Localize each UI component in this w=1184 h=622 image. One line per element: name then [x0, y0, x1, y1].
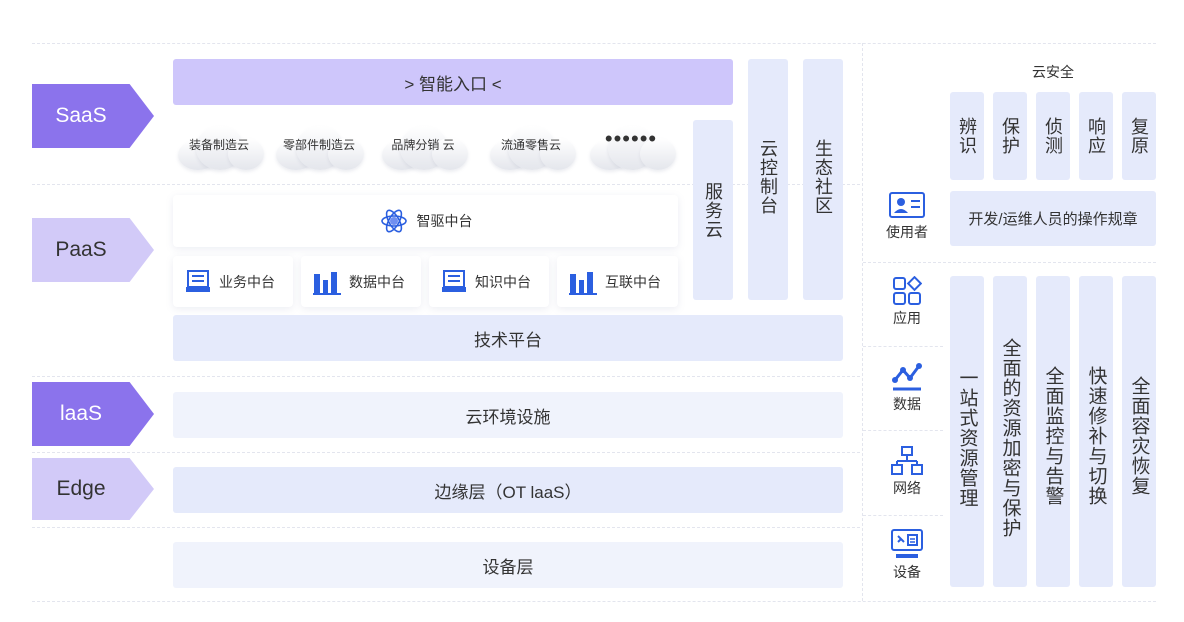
stage-label: 保护: [1000, 117, 1020, 155]
cloud-console-column: 云控制台: [748, 59, 788, 300]
role-user: 使用者: [872, 192, 942, 242]
line-chart-icon: [892, 363, 922, 391]
edge-layer-label: 边缘层（OT laaS）: [434, 482, 582, 502]
module-data: 数据中台: [301, 256, 421, 307]
layer-tag-iaas: laaS: [32, 382, 154, 446]
smart-entry-label: > 智能入口 <: [404, 74, 502, 94]
cloud-more: ••••••: [584, 118, 678, 174]
role-label: 数据: [893, 396, 921, 412]
layer-label: SaaS: [55, 104, 107, 127]
grid-line: [862, 43, 863, 601]
pillar-label: 一站式资源管理: [956, 368, 978, 508]
smart-drive-center-label: 智驱中台: [416, 213, 473, 229]
grid-line: [32, 184, 860, 185]
device-layer-bar: 设备层: [173, 542, 843, 588]
security-stage-identify: 辨识: [950, 92, 984, 180]
module-label: 数据中台: [349, 273, 405, 290]
bar-chart-icon: [313, 271, 341, 295]
ops-rule-label: 开发/运维人员的操作规章: [968, 211, 1138, 228]
role-label: 网络: [893, 480, 921, 496]
pillar-label: 全面监控与告警: [1042, 366, 1064, 506]
id-card-icon: [889, 192, 925, 218]
smart-drive-center-card: 智驱中台: [173, 195, 678, 247]
stage-label: 侦测: [1043, 117, 1063, 155]
cloud-console-label: 云控制台: [758, 139, 778, 215]
security-stage-respond: 响应: [1079, 92, 1113, 180]
stage-label: 辨识: [957, 117, 977, 155]
service-cloud-label: 服务云: [703, 182, 723, 239]
role-label: 应用: [893, 310, 921, 326]
ops-rule-bar: 开发/运维人员的操作规章: [950, 191, 1156, 246]
cloud-label: 品牌分销 云: [391, 138, 455, 152]
module-label: 互联中台: [605, 273, 661, 290]
layer-label: PaaS: [55, 238, 107, 261]
grid-line: [32, 527, 860, 528]
layer-tag-edge: Edge: [32, 458, 154, 520]
smart-entry-bar: > 智能入口 <: [173, 59, 733, 105]
bar-chart-icon: [569, 271, 597, 295]
pillar-label: 快速修补与切换: [1085, 366, 1107, 506]
module-label: 知识中台: [475, 273, 531, 290]
cloud-label: 流通零售云: [500, 138, 561, 152]
device-layer-label: 设备层: [482, 557, 534, 577]
tech-platform-bar: 技术平台: [173, 315, 843, 361]
edge-layer-bar: 边缘层（OT laaS）: [173, 467, 843, 513]
security-stage-detect: 侦测: [1036, 92, 1070, 180]
module-business: 业务中台: [173, 256, 293, 307]
layer-tag-paas: PaaS: [32, 218, 154, 282]
pillar-monitoring: 全面监控与告警: [1036, 276, 1070, 587]
role-network: 网络: [872, 446, 942, 498]
grid-line: [32, 43, 1156, 44]
stage-label: 复原: [1129, 117, 1149, 155]
module-knowledge: 知识中台: [429, 256, 549, 307]
grid-line: [32, 376, 860, 377]
cloud-env-bar: 云环境设施: [173, 392, 843, 438]
layer-label: Edge: [56, 477, 106, 500]
security-stage-recover: 复原: [1122, 92, 1156, 180]
security-stage-protect: 保护: [993, 92, 1027, 180]
cloud-brand: 品牌分销 云: [376, 118, 470, 174]
layer-tag-saas: SaaS: [32, 84, 154, 148]
ecosystem-column: 生态社区: [803, 59, 843, 300]
role-device: 设备: [872, 528, 942, 582]
module-label: 业务中台: [219, 273, 275, 290]
cloud-label: 装备制造云: [188, 138, 249, 152]
grid-line: [863, 346, 943, 347]
tech-platform-label: 技术平台: [474, 330, 542, 350]
grid-line: [863, 430, 943, 431]
grid-line: [32, 601, 1156, 602]
cloud-security-title: 云安全: [1032, 64, 1074, 80]
cloud-env-label: 云环境设施: [465, 407, 551, 427]
grid-line: [863, 262, 1156, 263]
grid-line: [863, 515, 943, 516]
cloud-ellipsis: ••••••: [604, 126, 658, 151]
pillar-resource-mgmt: 一站式资源管理: [950, 276, 984, 587]
grid-line: [32, 452, 860, 453]
cloud-parts: 零部件制造云: [272, 118, 366, 174]
cloud-equipment: 装备制造云: [172, 118, 266, 174]
layer-label: laaS: [59, 402, 103, 425]
role-label: 使用者: [886, 224, 928, 240]
device-monitor-icon: [891, 529, 923, 558]
cloud-retail: 流通零售云: [484, 118, 578, 174]
service-cloud-column: 服务云: [693, 120, 733, 300]
ecosystem-label: 生态社区: [813, 139, 833, 215]
server-icon: [442, 269, 466, 292]
role-data: 数据: [872, 362, 942, 414]
pillar-disaster-recovery: 全面容灾恢复: [1122, 276, 1156, 587]
cloud-label: 零部件制造云: [282, 138, 355, 152]
role-label: 设备: [893, 564, 921, 580]
network-icon: [891, 446, 923, 475]
server-icon: [186, 269, 210, 292]
pillar-label: 全面容灾恢复: [1128, 376, 1150, 496]
module-interconnect: 互联中台: [557, 256, 678, 307]
stage-label: 响应: [1086, 117, 1106, 155]
role-app: 应用: [872, 276, 942, 328]
atom-icon: [380, 209, 407, 233]
app-grid-icon: [893, 276, 922, 305]
pillar-encryption: 全面的资源加密与保护: [993, 276, 1027, 587]
pillar-failover: 快速修补与切换: [1079, 276, 1113, 587]
pillar-label: 全面的资源加密与保护: [999, 338, 1021, 538]
